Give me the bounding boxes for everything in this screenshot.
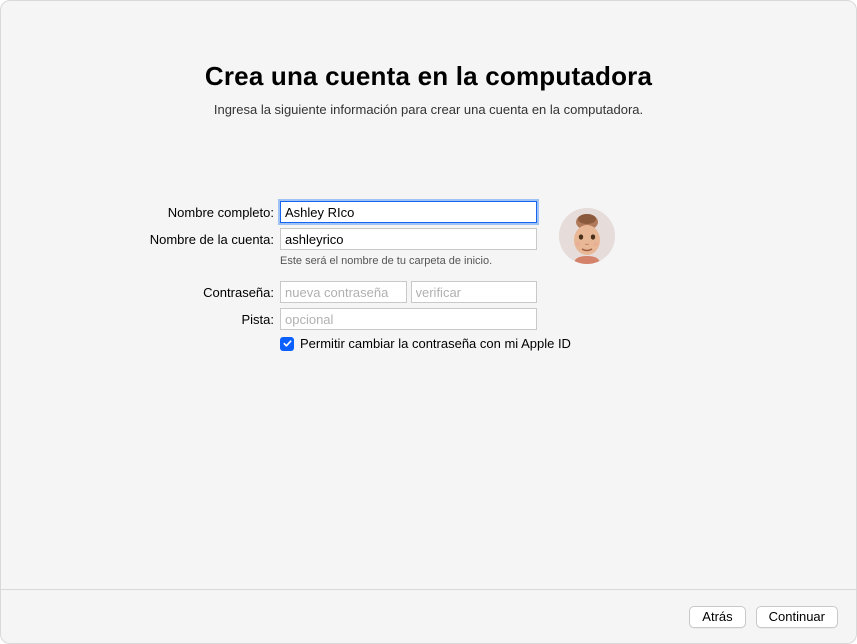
password-label: Contraseña: bbox=[1, 285, 280, 300]
footer: Atrás Continuar bbox=[1, 589, 856, 643]
setup-assistant-window: Crea una cuenta en la computadora Ingres… bbox=[0, 0, 857, 644]
full-name-input[interactable] bbox=[280, 201, 537, 223]
password-verify-input[interactable] bbox=[411, 281, 538, 303]
back-button[interactable]: Atrás bbox=[689, 606, 745, 628]
hint-label: Pista: bbox=[1, 312, 280, 327]
full-name-label: Nombre completo: bbox=[1, 205, 280, 220]
hint-input[interactable] bbox=[280, 308, 537, 330]
page-subtitle: Ingresa la siguiente información para cr… bbox=[1, 102, 856, 117]
header: Crea una cuenta en la computadora Ingres… bbox=[1, 1, 856, 117]
account-name-label: Nombre de la cuenta: bbox=[1, 232, 280, 247]
account-form: Nombre completo: Nombre de la cuenta: Es… bbox=[1, 201, 856, 351]
continue-button[interactable]: Continuar bbox=[756, 606, 838, 628]
account-name-input[interactable] bbox=[280, 228, 537, 250]
checkmark-icon bbox=[282, 338, 293, 349]
allow-appleid-checkbox[interactable] bbox=[280, 337, 294, 351]
allow-appleid-label: Permitir cambiar la contraseña con mi Ap… bbox=[300, 336, 571, 351]
password-input[interactable] bbox=[280, 281, 407, 303]
account-name-hint: Este será el nombre de tu carpeta de ini… bbox=[280, 255, 856, 267]
page-title: Crea una cuenta en la computadora bbox=[1, 61, 856, 92]
